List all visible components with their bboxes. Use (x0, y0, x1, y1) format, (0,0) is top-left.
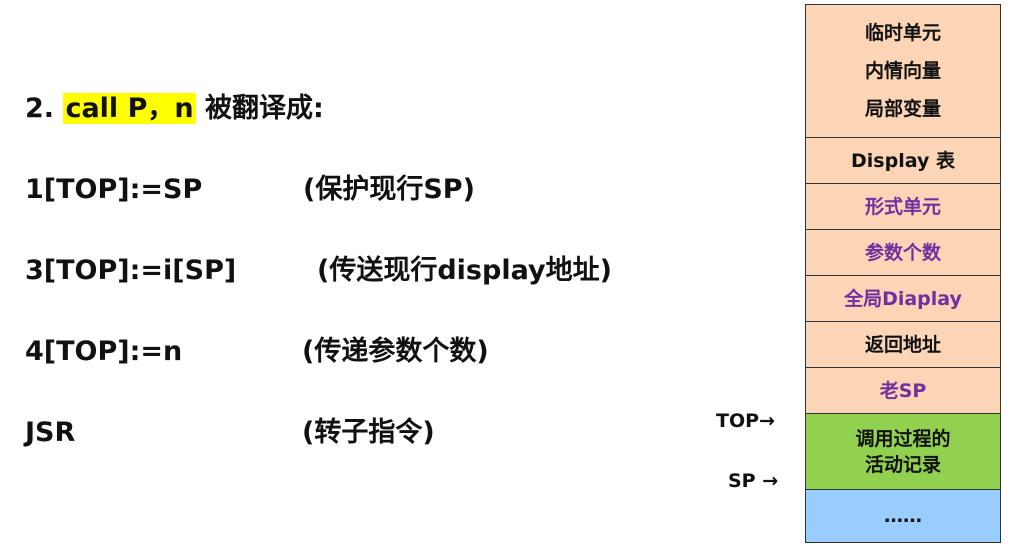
stack-cell-old-sp: 老SP (806, 368, 1000, 414)
instruction-comment: (传递参数个数) (302, 336, 489, 367)
stack-cell-return-address: 返回地址 (806, 322, 1000, 368)
stack-cell-param-count: 参数个数 (806, 230, 1000, 276)
instruction-comment: (保护现行SP) (303, 174, 475, 205)
heading-number: 2. (25, 93, 55, 124)
stack-cell-text: 全局Diaplay (844, 287, 962, 310)
activation-record-stack: 临时单元 内情向量 局部变量 Display 表 形式单元 参数个数 全局Dia… (805, 4, 1001, 543)
stack-cell-text: 老SP (879, 379, 927, 402)
highlighted-call: call P，n (63, 93, 196, 124)
sp-pointer-label: SP → (728, 470, 779, 492)
stack-cell-text: 临时单元 (864, 22, 941, 44)
instruction-line: 1[TOP]:=SP (保护现行SP) (25, 172, 475, 208)
stack-cell-text: 形式单元 (864, 195, 941, 218)
stack-cell-text: …… (884, 505, 922, 527)
instruction-comment: (转子指令) (302, 417, 435, 448)
instruction-comment: (传送现行display地址) (317, 255, 612, 286)
instruction-code: JSR (25, 417, 76, 448)
stack-cell-ellipsis: …… (806, 490, 1000, 542)
instruction-code: 3[TOP]:=i[SP] (25, 255, 237, 286)
stack-cell-text: 参数个数 (864, 241, 941, 264)
stack-cell-text: 活动记录 (864, 453, 941, 476)
top-pointer-label: TOP→ (716, 410, 775, 432)
stack-cell-text: 调用过程的 (855, 427, 951, 450)
stack-cell-caller-record: 调用过程的 活动记录 (806, 414, 1000, 490)
stack-cell-locals: 临时单元 内情向量 局部变量 (806, 5, 1000, 138)
stack-cell-text: 局部变量 (864, 98, 941, 120)
instruction-code: 4[TOP]:=n (25, 336, 183, 367)
stack-cell-text: Display 表 (851, 149, 955, 172)
stack-cell-text: 返回地址 (864, 333, 941, 356)
stack-cell-text: 内情向量 (864, 60, 941, 82)
instruction-line: JSR (转子指令) (25, 415, 435, 451)
heading: 2. call P，n 被翻译成: (25, 91, 324, 127)
heading-suffix: 被翻译成: (205, 93, 324, 124)
instruction-line: 4[TOP]:=n (传递参数个数) (25, 334, 489, 370)
instruction-code: 1[TOP]:=SP (25, 174, 203, 205)
stack-cell-display-table: Display 表 (806, 138, 1000, 184)
stack-cell-formal-params: 形式单元 (806, 184, 1000, 230)
stack-cell-global-display: 全局Diaplay (806, 276, 1000, 322)
instruction-line: 3[TOP]:=i[SP] (传送现行display地址) (25, 253, 612, 289)
